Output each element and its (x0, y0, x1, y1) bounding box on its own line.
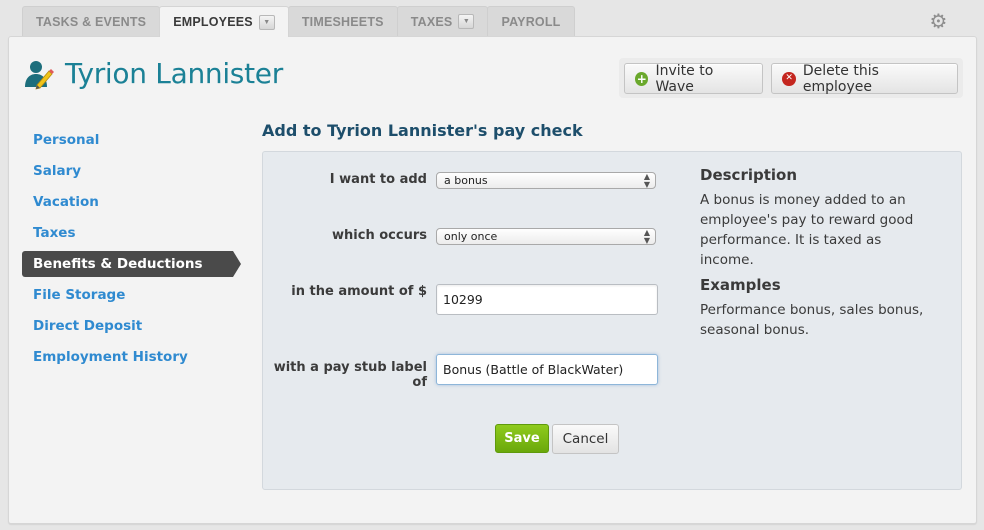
frequency-value: only once (444, 230, 498, 243)
description-text: A bonus is money added to an employee's … (700, 192, 914, 268)
paycheck-form: I want to add a bonus ▲ ▼ which occurs on… (262, 151, 962, 490)
tab-label: TAXES (410, 14, 453, 29)
sidebar-item-personal[interactable]: Personal (22, 127, 240, 153)
sidebar-item-employment-history[interactable]: Employment History (22, 344, 240, 370)
tab-label: TASKS & EVENTS (36, 14, 147, 29)
amount-input[interactable] (436, 284, 658, 315)
tab-tasks-events[interactable]: TASKS & EVENTS (22, 6, 161, 36)
main-tabs: TASKS & EVENTS EMPLOYEES ▼ TIMESHEETS TA… (22, 6, 575, 37)
sidebar-item-direct-deposit[interactable]: Direct Deposit (22, 313, 240, 339)
sidebar-item-taxes[interactable]: Taxes (22, 220, 240, 246)
add-type-label: I want to add (329, 172, 427, 187)
add-type-select[interactable]: a bonus ▲ ▼ (436, 172, 656, 189)
description-heading: Description (700, 166, 798, 184)
employee-panel: Tyrion Lannister + Invite to Wave ✕ Dele… (8, 36, 977, 524)
up-down-arrows-icon: ▲ ▼ (643, 227, 650, 245)
stub-label-input[interactable] (436, 354, 658, 385)
header-actions: + Invite to Wave ✕ Delete this employee (619, 58, 963, 98)
stub-label-row: with a pay stub label of (263, 354, 658, 390)
sidebar-item-benefits-deductions[interactable]: Benefits & Deductions (22, 251, 241, 277)
tab-label: PAYROLL (501, 14, 561, 29)
up-down-arrows-icon: ▲ ▼ (643, 171, 650, 189)
amount-label: in the amount of $ (291, 284, 427, 299)
sidebar-item-salary[interactable]: Salary (22, 158, 240, 184)
tab-label: TIMESHEETS (301, 14, 384, 29)
plus-circle-icon: + (635, 71, 649, 86)
delete-label: Delete this employee (802, 62, 879, 95)
frequency-row: which occurs only once ▲ ▼ (263, 228, 656, 245)
stub-label-label: with a pay stub label of (273, 360, 427, 390)
section-title: Add to Tyrion Lannister's pay check (262, 121, 583, 140)
add-type-value: a bonus (444, 174, 488, 187)
x-circle-icon: ✕ (782, 71, 796, 86)
invite-to-wave-button[interactable]: + Invite to Wave (624, 62, 764, 95)
frequency-label: which occurs (332, 228, 427, 243)
gear-icon[interactable]: ⚙ (929, 11, 948, 31)
examples-heading: Examples (700, 276, 781, 294)
delete-employee-button[interactable]: ✕ Delete this employee (771, 62, 958, 95)
tab-employees[interactable]: EMPLOYEES ▼ (159, 6, 289, 37)
add-type-row: I want to add a bonus ▲ ▼ (263, 172, 656, 189)
tab-timesheets[interactable]: TIMESHEETS (287, 6, 398, 36)
tab-label: EMPLOYEES (173, 15, 253, 29)
person-edit-icon (23, 58, 55, 90)
caret-down-icon[interactable]: ▼ (258, 14, 275, 30)
frequency-select[interactable]: only once ▲ ▼ (436, 228, 656, 245)
amount-row: in the amount of $ (263, 284, 658, 315)
tab-payroll[interactable]: PAYROLL (487, 6, 575, 36)
examples-text: Performance bonus, sales bonus, seasonal… (700, 302, 924, 338)
sidebar-nav: Personal Salary Vacation Taxes Benefits … (22, 127, 241, 375)
sidebar-item-file-storage[interactable]: File Storage (22, 282, 240, 308)
page-title: Tyrion Lannister (65, 57, 283, 90)
tab-taxes[interactable]: TAXES ▼ (396, 6, 489, 36)
page-header: Tyrion Lannister (23, 57, 283, 90)
description-panel: Description A bonus is money added to an… (700, 166, 925, 346)
sidebar-item-vacation[interactable]: Vacation (22, 189, 240, 215)
invite-label: Invite to Wave (655, 62, 714, 95)
save-button[interactable]: Save (495, 424, 549, 453)
cancel-button[interactable]: Cancel (552, 424, 619, 454)
caret-down-icon[interactable]: ▼ (458, 14, 475, 29)
